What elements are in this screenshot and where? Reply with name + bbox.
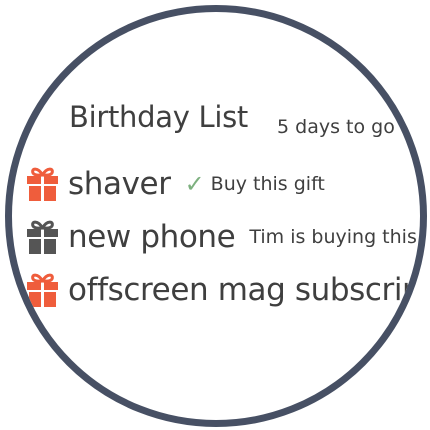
- gift-name: offscreen mag subscrip: [68, 272, 422, 308]
- gift-list-item[interactable]: new phone Tim is buying this: [26, 217, 417, 257]
- gift-icon: [27, 273, 58, 307]
- gift-list-item[interactable]: offscreen mag subscrip: [26, 270, 422, 310]
- gift-status-note: Tim is buying this: [249, 226, 417, 248]
- page-title: Birthday List: [69, 100, 248, 134]
- gift-name: shaver: [68, 166, 171, 202]
- birthday-list-panel: Birthday List 5 days to go shaver ✓ Buy …: [12, 12, 422, 420]
- app-stage: Birthday List 5 days to go shaver ✓ Buy …: [0, 0, 430, 430]
- buy-gift-link[interactable]: Buy this gift: [211, 173, 325, 195]
- gift-name: new phone: [68, 219, 236, 255]
- countdown-label: 5 days to go: [277, 116, 395, 138]
- circular-viewport: Birthday List 5 days to go shaver ✓ Buy …: [5, 5, 427, 427]
- gift-list-item[interactable]: shaver ✓ Buy this gift: [26, 164, 325, 204]
- gift-icon: [27, 220, 58, 254]
- gift-icon: [27, 167, 58, 201]
- checkmark-icon: ✓: [184, 170, 205, 198]
